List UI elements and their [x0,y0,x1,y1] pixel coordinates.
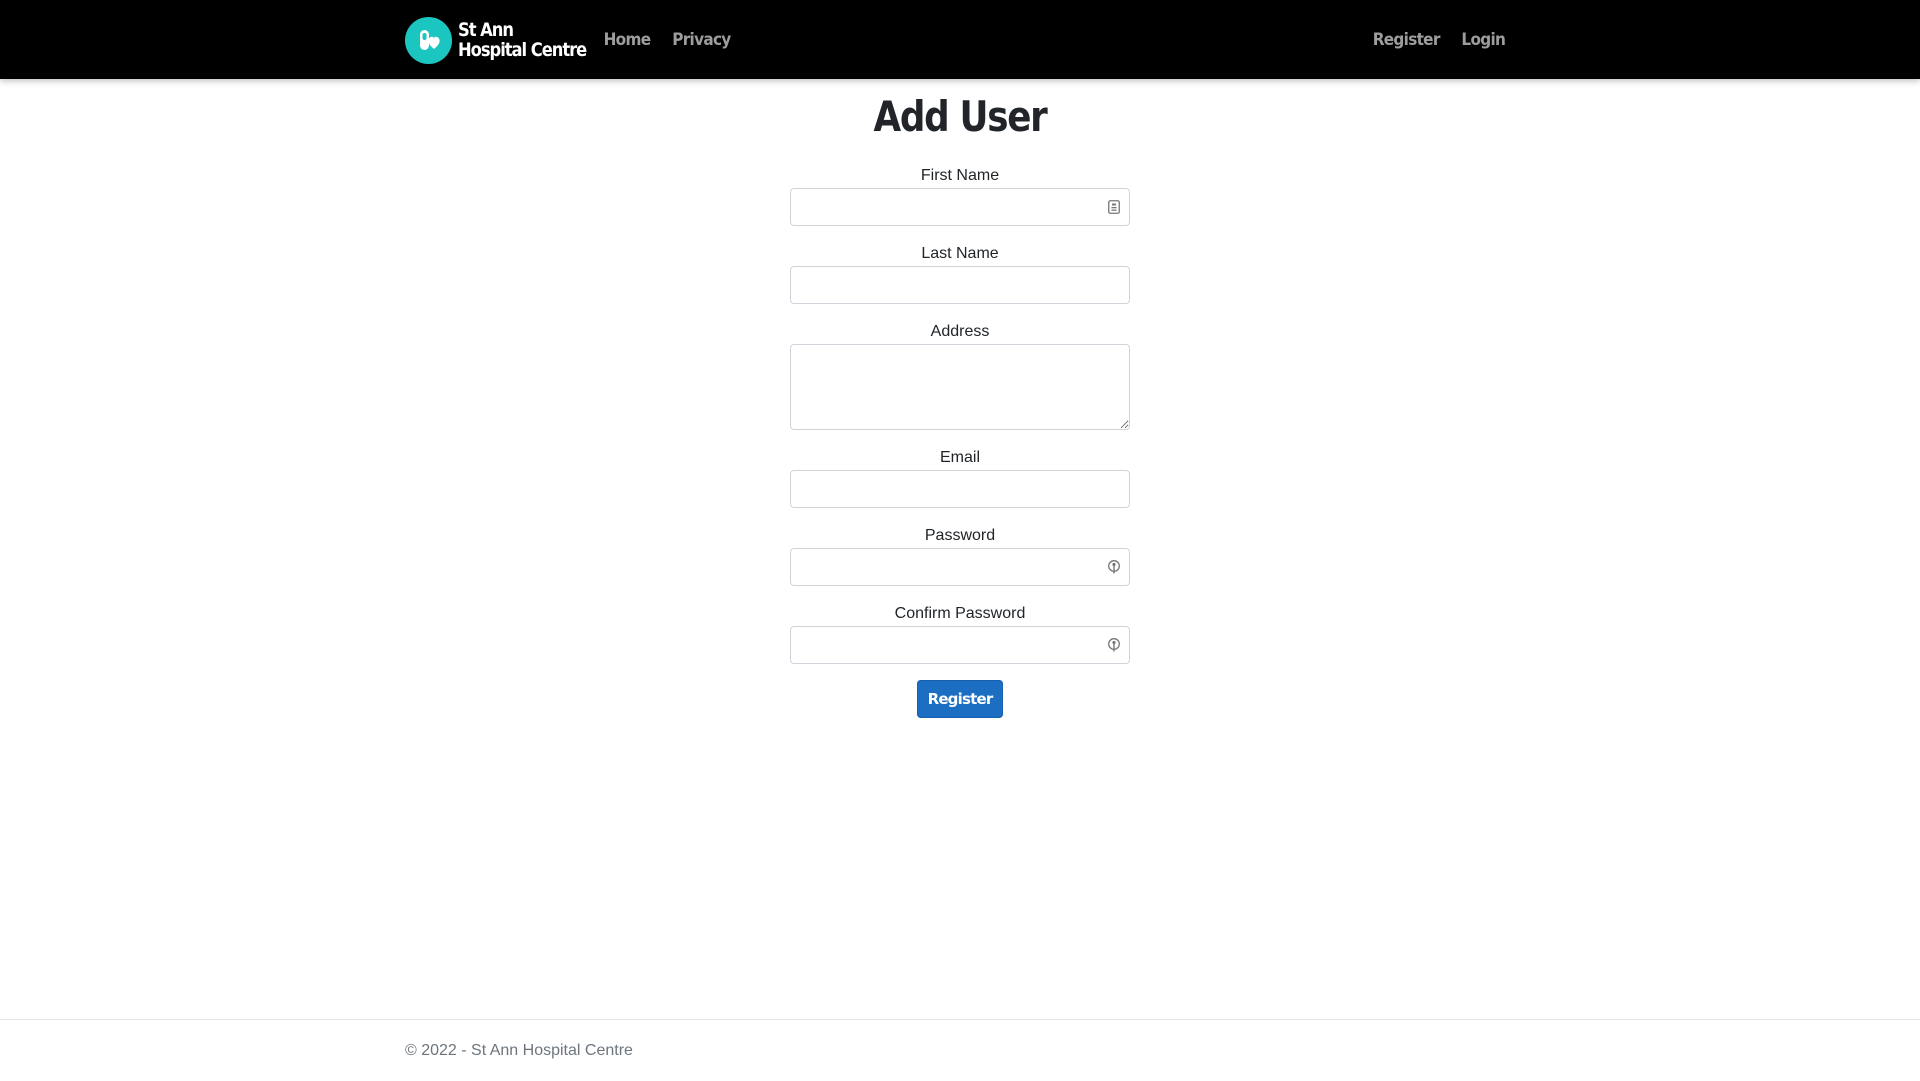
nav-login-link[interactable]: Login [1462,28,1506,52]
confirm-password-label: Confirm Password [894,605,1026,622]
password-group: Password [790,525,1130,586]
password-label: Password [924,527,996,544]
add-user-form: First Name Last Name Address Email Passw… [790,165,1130,718]
submit-wrap: Register [790,680,1130,718]
nav-home-link[interactable]: Home [604,28,651,52]
address-wrap [790,344,1130,430]
nav-left: Home Privacy [601,28,734,52]
register-submit-button[interactable]: Register [917,680,1003,718]
key-icon[interactable] [1106,637,1122,653]
hospital-logo-icon [405,16,452,64]
key-icon[interactable] [1106,559,1122,575]
email-label: Email [939,449,980,466]
footer: © 2022 - St Ann Hospital Centre [0,1019,1920,1081]
confirm-password-wrap [790,626,1130,664]
address-label: Address [930,323,990,340]
nav-register-link[interactable]: Register [1373,28,1441,52]
contact-card-icon[interactable] [1106,199,1122,215]
email-group: Email [790,447,1130,508]
first-name-wrap [790,188,1130,226]
brand-link[interactable]: St Ann Hospital Centre [405,16,607,64]
brand-name: St Ann Hospital Centre [458,19,587,61]
last-name-label: Last Name [921,245,999,262]
confirm-password-input[interactable] [790,626,1130,664]
nav-privacy-link[interactable]: Privacy [672,28,731,52]
footer-copyright: © 2022 - St Ann Hospital Centre [405,1042,633,1059]
address-group: Address [790,321,1130,430]
last-name-input[interactable] [790,266,1130,304]
brand-line-1: St Ann [458,19,514,41]
password-input[interactable] [790,548,1130,586]
page-title: Add User [873,92,1047,141]
brand-line-2: Hospital Centre [458,39,587,61]
nav-right: Register Login [1369,28,1508,52]
email-wrap [790,470,1130,508]
confirm-password-group: Confirm Password [790,603,1130,664]
address-textarea[interactable] [790,344,1130,430]
last-name-wrap [790,266,1130,304]
first-name-group: First Name [790,165,1130,226]
last-name-group: Last Name [790,243,1130,304]
first-name-input[interactable] [790,188,1130,226]
email-input[interactable] [790,470,1130,508]
password-wrap [790,548,1130,586]
top-navbar: St Ann Hospital Centre Home Privacy Regi… [0,0,1920,79]
first-name-label: First Name [920,167,1000,184]
